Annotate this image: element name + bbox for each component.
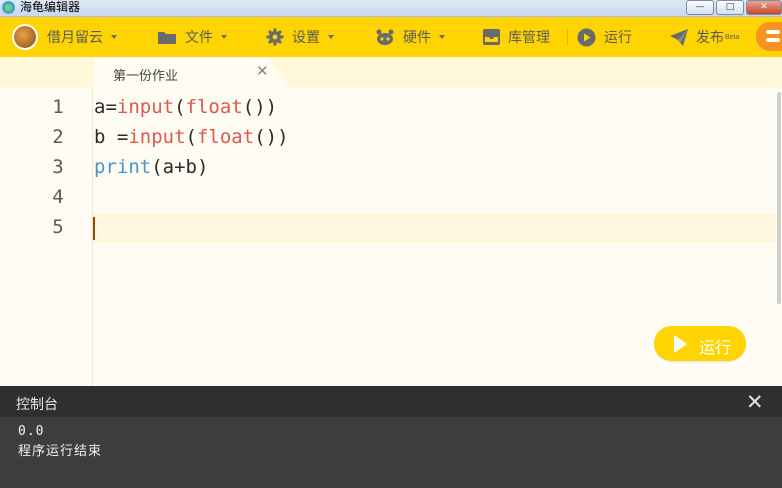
code-token: a= (94, 96, 117, 118)
menu-icon (766, 30, 780, 34)
app-logo-icon (2, 1, 15, 14)
tab-close-icon[interactable]: ✕ (256, 62, 269, 80)
console-header (0, 386, 782, 417)
tab-label: 第一份作业 (113, 68, 179, 83)
beta-badge: Beta (725, 33, 740, 41)
chevron-down-icon (221, 35, 227, 39)
line-number: 2 (52, 126, 64, 148)
line-number: 1 (52, 96, 64, 118)
code-line[interactable]: b =input(float()) (94, 126, 289, 148)
console-title: 控制台 (16, 396, 58, 412)
line-number: 4 (52, 186, 64, 208)
scrollbar-thumb[interactable] (777, 92, 781, 304)
tab-edge (268, 57, 290, 89)
publish-button[interactable]: 发布 Beta (670, 17, 739, 57)
settings-menu-label: 设置 (292, 29, 320, 45)
play-circle-icon (577, 28, 596, 46)
text-cursor (93, 217, 95, 240)
line-number: 5 (52, 216, 64, 238)
library-manager-label: 库管理 (508, 29, 550, 45)
file-menu[interactable]: 文件 (157, 17, 227, 57)
chevron-down-icon (111, 35, 117, 39)
folder-icon (158, 32, 176, 44)
gear-icon (266, 28, 284, 46)
active-line-highlight (93, 213, 776, 243)
maximize-button[interactable]: □ (716, 0, 744, 15)
code-line[interactable]: print(a+b) (94, 156, 208, 178)
side-panel-toggle[interactable] (756, 22, 782, 51)
code-token-keyword: float (185, 96, 243, 118)
code-token-builtin: print (94, 156, 152, 178)
code-token-keyword: input (128, 126, 186, 148)
chevron-down-icon (328, 35, 334, 39)
library-manager-button[interactable]: 库管理 (483, 17, 550, 57)
code-token: ( (174, 96, 186, 118)
toolbar-run-button[interactable]: 运行 (577, 17, 632, 57)
run-button-label: 运行 (699, 340, 732, 357)
console-output-area (0, 417, 782, 488)
title-bar: 海龟编辑器 — □ ✕ (0, 0, 782, 17)
code-token: ()) (242, 96, 278, 118)
publish-label: 发布 (696, 29, 724, 45)
robot-icon (376, 29, 394, 45)
code-token-keyword: input (116, 96, 175, 118)
user-menu[interactable]: 借月留云 (12, 17, 117, 57)
chevron-down-icon (439, 35, 445, 39)
code-token: b = (94, 126, 129, 148)
window-title: 海龟编辑器 (20, 0, 81, 14)
paper-plane-icon (670, 28, 688, 46)
user-name: 借月留云 (47, 29, 103, 45)
minimize-button[interactable]: — (686, 0, 714, 15)
toolbar-run-label: 运行 (604, 29, 632, 45)
hardware-menu[interactable]: 硬件 (375, 17, 445, 57)
code-token-keyword: float (196, 126, 255, 148)
console-output-line: 程序运行结束 (18, 444, 103, 459)
code-token: (a+b) (151, 156, 209, 178)
code-token: ( (185, 126, 197, 148)
toolbar-divider (567, 29, 568, 46)
hardware-menu-label: 硬件 (403, 29, 431, 45)
window-close-button[interactable]: ✕ (746, 0, 782, 15)
avatar (12, 24, 38, 50)
main-toolbar: 借月留云 文件 设置 硬件 库管理 运行 发布 Beta (0, 17, 782, 57)
play-icon (674, 335, 687, 353)
console-close-icon[interactable]: ✕ (746, 389, 764, 415)
code-token: ()) (254, 126, 289, 148)
run-button[interactable]: 运行 (654, 326, 746, 361)
inbox-icon (483, 29, 500, 45)
settings-menu[interactable]: 设置 (266, 17, 334, 57)
code-line[interactable]: a=input(float()) (94, 96, 277, 118)
line-number: 3 (52, 156, 64, 178)
file-menu-label: 文件 (185, 29, 213, 45)
console-output-line: 0.0 (18, 424, 45, 439)
